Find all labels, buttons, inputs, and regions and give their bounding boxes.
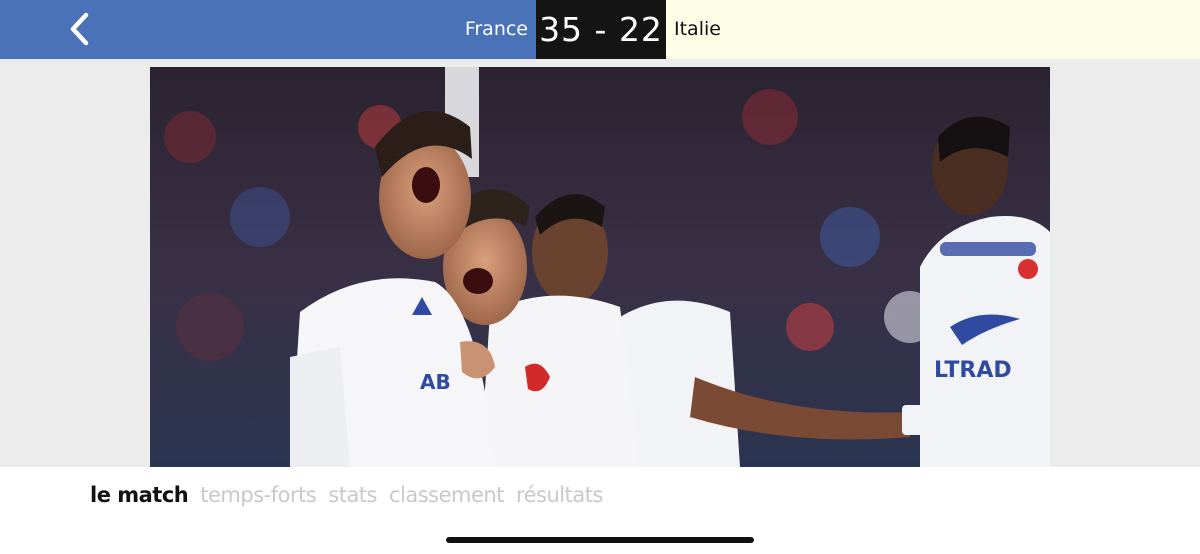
away-team-name: Italie [674,18,721,40]
home-indicator[interactable] [446,537,754,543]
tab-stats[interactable]: stats [328,483,377,507]
match-score: 35 - 22 [536,0,666,59]
tab-list: le match temps-forts stats classement ré… [90,483,603,507]
svg-text:AB: AB [420,370,451,394]
back-button[interactable] [60,8,100,50]
svg-text:LTRAD: LTRAD [934,358,1012,383]
tab-temps-forts[interactable]: temps-forts [200,483,317,507]
tab-classement[interactable]: classement [389,483,504,507]
home-team-name: France [464,18,528,40]
tab-le-match[interactable]: le match [90,483,189,507]
tab-resultats[interactable]: résultats [516,483,603,507]
match-header: France 35 - 22 Italie [0,0,1200,59]
away-team-banner [666,0,1200,59]
chevron-left-icon [70,12,89,46]
match-photo: LTRAD AB [150,67,1050,467]
